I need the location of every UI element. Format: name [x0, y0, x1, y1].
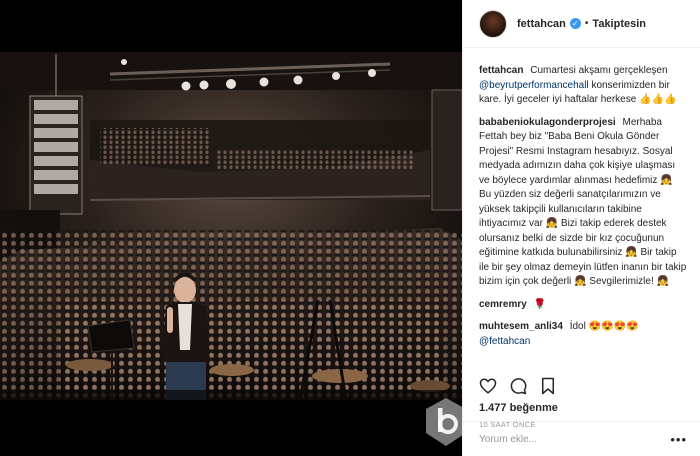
girl-emoji: 👧 — [656, 276, 669, 287]
comment-item: muhtesem_anli34 İdol 😍😍😍😍 @fettahcan — [479, 320, 687, 349]
likes-count[interactable]: 1.477 beğenme — [479, 402, 687, 414]
verified-badge-icon: ✓ — [569, 18, 581, 29]
comment-username[interactable]: muhtesem_anli34 — [479, 321, 563, 332]
girl-emoji: 👧 — [574, 276, 587, 287]
comment-text: İdol — [569, 321, 586, 332]
comment-icon[interactable] — [509, 377, 527, 395]
comment-item: bababeniokulagonderprojesi Merhaba Fetta… — [479, 116, 687, 290]
concert-photo — [0, 0, 462, 456]
girl-emoji: 👧 — [625, 247, 638, 258]
bookmark-icon[interactable] — [539, 377, 557, 395]
heart-eyes-emoji: 😍😍😍😍 — [588, 321, 639, 332]
post-side-panel: fettahcan ✓ • Takiptesin fettahcan Cumar… — [462, 0, 700, 456]
heart-icon[interactable] — [479, 377, 497, 395]
add-comment-bar: ••• — [463, 421, 700, 456]
following-button[interactable]: Takiptesin — [592, 18, 646, 30]
rose-emoji: 🌹 — [533, 298, 547, 310]
post-photo[interactable] — [0, 0, 462, 456]
comment-text: Sevgilerimizle! — [589, 276, 654, 287]
mention-link[interactable]: @beyrutperformancehall — [479, 80, 589, 91]
caption: fettahcan Cumartesi akşamı gerçekleşen @… — [479, 64, 687, 108]
comment-username[interactable]: bababeniokulagonderprojesi — [479, 117, 616, 128]
thumbs-up-emoji: 👍👍👍 — [639, 94, 677, 105]
comment-username[interactable]: fettahcan — [479, 65, 523, 76]
post-username[interactable]: fettahcan — [517, 18, 566, 30]
comment-input[interactable] — [479, 433, 659, 445]
comments-list[interactable]: fettahcan Cumartesi akşamı gerçekleşen @… — [463, 58, 700, 376]
more-options-icon[interactable]: ••• — [670, 432, 687, 447]
comment-item: cemremry 🌹 — [479, 298, 687, 313]
post-header: fettahcan ✓ • Takiptesin — [463, 0, 700, 48]
mention-link[interactable]: @fettahcan — [479, 336, 530, 347]
separator-dot: • — [584, 18, 589, 29]
comment-username[interactable]: cemremry — [479, 299, 527, 310]
comment-text: Cumartesi akşamı gerçekleşen — [530, 65, 668, 76]
girl-emoji: 👧 — [545, 218, 559, 229]
girl-emoji: 👧 — [660, 174, 673, 186]
instagram-post-view: fettahcan ✓ • Takiptesin fettahcan Cumar… — [0, 0, 700, 456]
avatar[interactable] — [479, 9, 507, 38]
